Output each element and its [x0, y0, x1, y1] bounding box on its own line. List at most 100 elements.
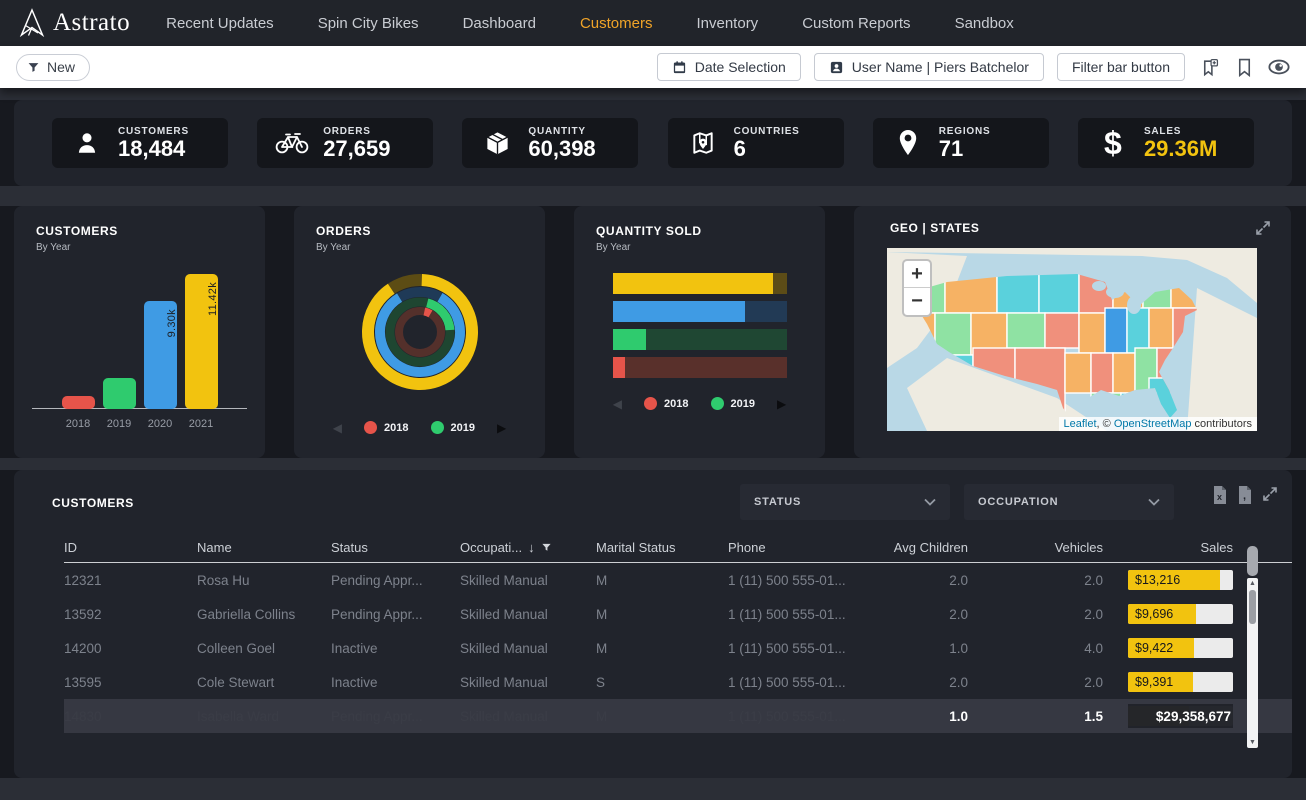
col-header-occupation[interactable]: Occupati... ↓ [460, 540, 596, 555]
package-icon [478, 129, 516, 157]
kpi-label: CUSTOMERS [118, 126, 189, 137]
donut-chart[interactable] [345, 257, 495, 407]
legend-next-arrow[interactable]: ▶ [777, 398, 786, 410]
col-header-sales[interactable]: Sales [1103, 540, 1233, 555]
status-dropdown[interactable]: STATUS [740, 484, 950, 520]
charts-strip: CUSTOMERS By Year 9.30k 11.42k 2018 2019 [0, 206, 1306, 458]
legend-item-2019[interactable]: 2019 [431, 421, 475, 434]
scrollbar-thumb[interactable] [1249, 590, 1256, 624]
kpi-panel: CUSTOMERS 18,484 ORDERS 27,659 [14, 100, 1292, 186]
scroll-up-arrow[interactable]: ▲ [1247, 580, 1258, 587]
leaflet-link[interactable]: Leaflet [1064, 418, 1097, 430]
col-header-id[interactable]: ID [64, 540, 197, 555]
zoom-out-button[interactable]: − [904, 288, 930, 315]
dashboard-content: CUSTOMERS 18,484 ORDERS 27,659 [0, 100, 1306, 778]
eye-icon[interactable] [1268, 56, 1290, 78]
bar-2018[interactable] [62, 396, 95, 409]
astrato-logo[interactable]: Astrato [18, 8, 130, 38]
col-header-status[interactable]: Status [331, 540, 460, 555]
x-tick: 2018 [62, 418, 95, 430]
totals-vehicles: 1.5 [968, 709, 1103, 724]
bookmark-add-icon[interactable] [1198, 56, 1220, 78]
export-xlsx-icon[interactable]: x [1212, 486, 1228, 504]
table-strip: CUSTOMERS STATUS OCCUPATION [0, 470, 1306, 778]
astrato-logo-icon [18, 8, 45, 38]
legend-prev-arrow[interactable]: ◀ [613, 398, 622, 410]
kpi-quantity[interactable]: QUANTITY 60,398 [462, 118, 638, 168]
legend-dot [711, 397, 724, 410]
orders-donut-panel: ORDERS By Year ◀ 2018 2019 ▶ [294, 206, 545, 458]
expand-icon[interactable] [1255, 220, 1271, 236]
osm-link[interactable]: OpenStreetMap [1114, 418, 1192, 430]
kpi-regions[interactable]: REGIONS 71 [873, 118, 1049, 168]
col-header-vehicles[interactable]: Vehicles [968, 540, 1103, 555]
chart-subtitle: By Year [14, 242, 265, 253]
zoom-in-button[interactable]: + [904, 261, 930, 288]
legend-item-2019[interactable]: 2019 [711, 397, 755, 410]
filter-bar-button[interactable]: Filter bar button [1057, 53, 1185, 81]
table-totals-row: 1.0 1.5 $29,358,677 [64, 699, 1292, 733]
kpi-sales[interactable]: $ SALES 29.36M [1078, 118, 1254, 168]
scrollbar-outer-thumb[interactable] [1247, 546, 1258, 576]
nav-item-dashboard[interactable]: Dashboard [463, 15, 536, 32]
bar-2020[interactable]: 9.30k [144, 301, 177, 409]
col-header-phone[interactable]: Phone [728, 540, 858, 555]
export-csv-icon[interactable]: , [1237, 486, 1253, 504]
calendar-icon [672, 60, 687, 75]
user-card-icon [829, 60, 844, 75]
filter-funnel-icon [27, 61, 40, 74]
hbar-2020[interactable] [613, 301, 787, 322]
kpi-orders[interactable]: ORDERS 27,659 [257, 118, 433, 168]
hbar-2021[interactable] [613, 273, 787, 294]
legend-prev-arrow[interactable]: ◀ [333, 422, 342, 434]
nav-item-customers[interactable]: Customers [580, 15, 653, 32]
expand-icon[interactable] [1262, 486, 1278, 504]
bar-2019[interactable] [103, 378, 136, 409]
chevron-down-icon [924, 498, 936, 506]
occupation-dropdown[interactable]: OCCUPATION [964, 484, 1174, 520]
table-row[interactable]: 13592Gabriella CollinsPending Appr...Ski… [64, 597, 1292, 631]
table-row[interactable]: 14200Colleen GoelInactiveSkilled ManualM… [64, 631, 1292, 665]
date-selection-button[interactable]: Date Selection [657, 53, 801, 81]
kpi-value: 6 [734, 137, 800, 161]
legend-next-arrow[interactable]: ▶ [497, 422, 506, 434]
hbar-2018[interactable] [613, 357, 787, 378]
map-title: GEO | STATES [872, 221, 979, 235]
sales-bar: $9,696 [1128, 604, 1233, 624]
scroll-down-arrow[interactable]: ▼ [1247, 739, 1258, 746]
map-icon [684, 129, 722, 157]
x-axis-labels: 2018 2019 2020 2021 [14, 418, 265, 430]
x-tick: 2019 [103, 418, 136, 430]
col-header-name[interactable]: Name [197, 540, 331, 555]
nav-item-custom-reports[interactable]: Custom Reports [802, 15, 910, 32]
bookmark-icon[interactable] [1233, 56, 1255, 78]
totals-avg-children: 1.0 [858, 709, 968, 724]
bar-2021[interactable]: 11.42k [185, 274, 218, 409]
column-filter-icon[interactable] [541, 542, 552, 553]
scrollbar-track[interactable]: ▲ ▼ [1247, 578, 1258, 748]
nav-item-sandbox[interactable]: Sandbox [955, 15, 1014, 32]
nav-item-recent-updates[interactable]: Recent Updates [166, 15, 274, 32]
leaflet-map[interactable]: + − Leaflet, © OpenStreetMap contributor… [887, 248, 1257, 431]
chart-subtitle: By Year [574, 242, 825, 253]
legend-item-2018[interactable]: 2018 [364, 421, 408, 434]
us-states-choropleth [887, 248, 1257, 431]
col-header-marital-status[interactable]: Marital Status [596, 540, 728, 555]
quantity-sold-panel: QUANTITY SOLD By Year [574, 206, 825, 458]
hbar-2019[interactable] [613, 329, 787, 350]
nav-item-inventory[interactable]: Inventory [696, 15, 758, 32]
chevron-down-icon [1148, 498, 1160, 506]
chart-title: ORDERS [294, 224, 545, 238]
user-name-button[interactable]: User Name | Piers Batchelor [814, 53, 1044, 81]
sort-desc-icon[interactable]: ↓ [528, 540, 535, 555]
kpi-customers[interactable]: CUSTOMERS 18,484 [52, 118, 228, 168]
kpi-countries[interactable]: COUNTRIES 6 [668, 118, 844, 168]
col-header-avg-children[interactable]: Avg Children [858, 540, 968, 555]
bicycle-icon [273, 130, 311, 156]
legend-item-2018[interactable]: 2018 [644, 397, 688, 410]
new-filter-button[interactable]: New [16, 54, 90, 81]
table-scrollbar[interactable]: ▲ ▼ [1247, 546, 1258, 748]
table-row[interactable]: 13595Cole StewartInactiveSkilled ManualS… [64, 665, 1292, 699]
nav-item-spin-city-bikes[interactable]: Spin City Bikes [318, 15, 419, 32]
table-row[interactable]: 12321Rosa HuPending Appr...Skilled Manua… [64, 563, 1292, 597]
